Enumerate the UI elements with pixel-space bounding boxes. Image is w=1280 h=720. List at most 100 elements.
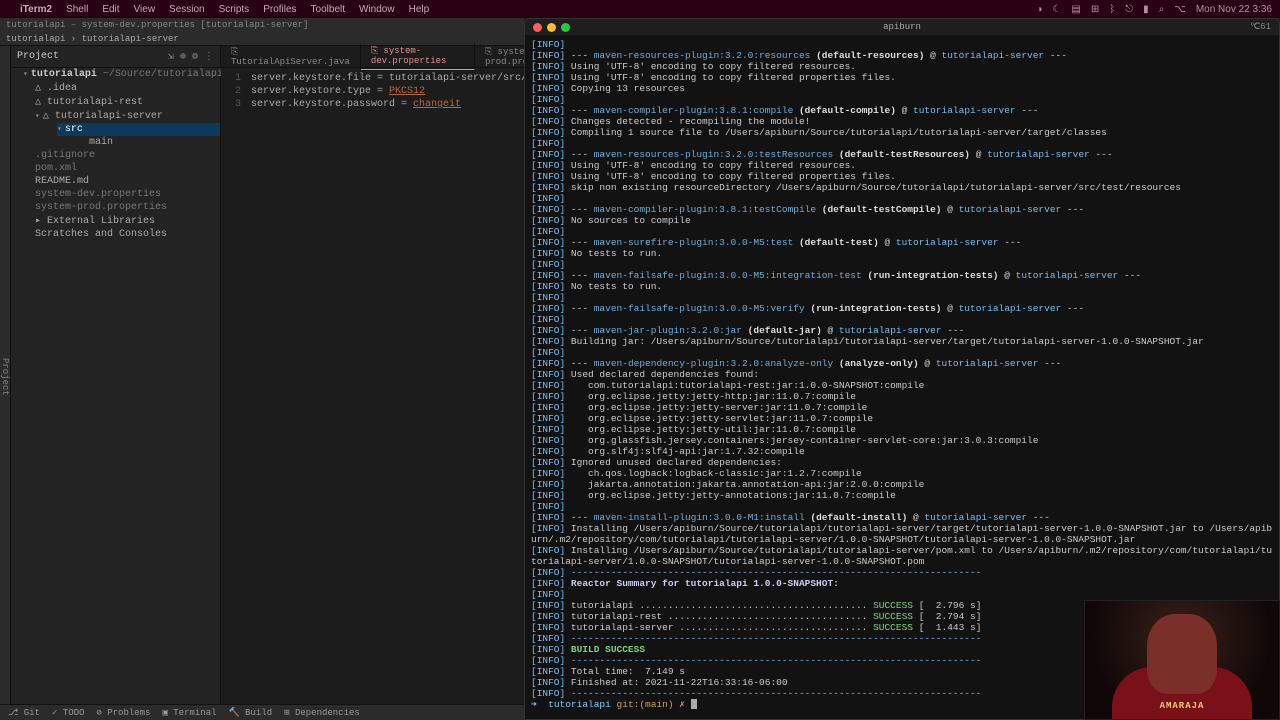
status-build[interactable]: 🔨 Build [229,708,273,718]
status-todo[interactable]: ✓ TODO [52,708,84,718]
clock[interactable]: Mon Nov 22 3:36 [1196,4,1272,15]
macos-menubar: iTerm2 Shell Edit View Session Scripts Profil… [0,0,1280,18]
tree-item[interactable]: Scratches and Consoles [35,228,220,241]
term-line: [INFO] org.eclipse.jetty:jetty-http:jar:… [531,391,1273,402]
menu-profiles[interactable]: Profiles [263,4,296,15]
term-line: [INFO] --- maven-compiler-plugin:3.8.1:t… [531,204,1273,215]
term-line: [INFO] --- maven-surefire-plugin:3.0.0-M… [531,237,1273,248]
term-line: [INFO] [531,193,1273,204]
term-line: [INFO] Building jar: /Users/apiburn/Sour… [531,336,1273,347]
line-numbers: 123 [221,68,247,704]
term-line: [INFO] Compiling 1 source file to /Users… [531,127,1273,138]
ide-status-bar: ⎇ Git ✓ TODO ⊘ Problems ▣ Terminal 🔨 Bui… [0,704,524,720]
term-line: [INFO] ch.qos.logback:logback-classic:ja… [531,468,1273,479]
bluetooth-icon[interactable]: ᛒ [1109,4,1115,15]
term-line: [INFO] [531,347,1273,358]
term-line: [INFO] [531,39,1273,50]
term-line: [INFO] Reactor Summary for tutorialapi 1… [531,578,1273,589]
tree-item[interactable]: pom.xml [35,162,220,175]
tree-item[interactable]: △ tutorialapi-rest [35,95,220,109]
term-line: [INFO] org.eclipse.jetty:jetty-servlet:j… [531,413,1273,424]
term-line: [INFO] Using 'UTF-8' encoding to copy fi… [531,61,1273,72]
status-terminal[interactable]: ▣ Terminal [162,708,216,718]
scroll-icon[interactable]: ⊕ [180,51,186,63]
status-icon[interactable]: ⊞ [1091,4,1099,15]
term-line: [INFO] [531,138,1273,149]
term-line: [INFO] --- maven-failsafe-plugin:3.0.0-M… [531,270,1273,281]
ide-gutter[interactable]: Project [0,46,11,704]
webcam-overlay: AMARAJA [1084,600,1280,720]
term-line: [INFO] Using 'UTF-8' encoding to copy fi… [531,72,1273,83]
term-line: [INFO] No tests to run. [531,281,1273,292]
term-line: [INFO] Installing /Users/apiburn/Source/… [531,523,1273,545]
tab[interactable]: ⎘ TutorialApiServer.java [221,44,361,70]
tree-item[interactable]: system-dev.properties [35,188,220,201]
term-line: [INFO] No sources to compile [531,215,1273,226]
menu-help[interactable]: Help [409,4,430,15]
menu-window[interactable]: Window [359,4,395,15]
control-center-icon[interactable]: ⌥ [1174,4,1186,15]
menu-view[interactable]: View [134,4,156,15]
term-line: [INFO] Changes detected - recompiling th… [531,116,1273,127]
project-label[interactable]: Project [17,51,59,62]
term-line: [INFO] --- maven-compiler-plugin:3.8.1:c… [531,105,1273,116]
menu-session[interactable]: Session [169,4,205,15]
terminal-badge: ℃61 [1250,22,1271,32]
term-line: [INFO] jakarta.annotation:jakarta.annota… [531,479,1273,490]
term-line: [INFO] --- maven-dependency-plugin:3.2.0… [531,358,1273,369]
terminal-titlebar[interactable]: apiburn ℃61 [525,19,1279,35]
status-icon[interactable]: ◑ [1036,4,1042,15]
status-deps[interactable]: ⊞ Dependencies [284,708,360,718]
term-line: [INFO] [531,259,1273,270]
tree-item[interactable]: ▸ External Libraries [35,214,220,228]
battery-icon[interactable]: ▮ [1143,4,1149,15]
term-line: [INFO] --- maven-jar-plugin:3.2.0:jar (d… [531,325,1273,336]
gear-icon[interactable]: ⋮ [204,51,214,63]
term-line: [INFO] Using 'UTF-8' encoding to copy fi… [531,160,1273,171]
term-line: [INFO] --- maven-resources-plugin:3.2.0:… [531,50,1273,61]
term-line: [INFO] org.slf4j:slf4j-api:jar:1.7.32:co… [531,446,1273,457]
term-line: [INFO] Copying 13 resources [531,83,1273,94]
search-icon[interactable]: ⌕ [1159,4,1165,15]
term-line: [INFO] --- maven-resources-plugin:3.2.0:… [531,149,1273,160]
term-line: [INFO] skip non existing resourceDirecto… [531,182,1273,193]
term-line: [INFO] [531,314,1273,325]
term-line: [INFO] org.eclipse.jetty:jetty-util:jar:… [531,424,1273,435]
menu-scripts[interactable]: Scripts [219,4,250,15]
term-line: [INFO] [531,501,1273,512]
collapse-icon[interactable]: ⇲ [168,51,174,63]
tree-item[interactable]: src [57,123,220,136]
tree-item[interactable]: △ tutorialapi-server [35,109,220,123]
menubar-right: ◑ ☾ ▤ ⊞ ᛒ ⎋ ▮ ⌕ ⌥ Mon Nov 22 3:36 [1036,4,1272,15]
tree-root[interactable]: tutorialapi ~/Source/tutorialapi [23,68,220,81]
tree-item[interactable]: main [89,136,220,149]
status-icon[interactable]: ☾ [1052,4,1061,15]
menu-shell[interactable]: Shell [66,4,88,15]
tree-item[interactable]: △ .idea [35,81,220,95]
tab[interactable]: ⎘ system-dev.properties [361,43,475,70]
hide-icon[interactable]: ⚙ [192,51,198,63]
wifi-icon[interactable]: ⎋ [1125,4,1133,15]
term-line: [INFO] No tests to run. [531,248,1273,259]
term-line: [INFO] --- maven-install-plugin:3.0.0-M1… [531,512,1273,523]
menu-edit[interactable]: Edit [102,4,119,15]
menu-toolbelt[interactable]: Toolbelt [311,4,345,15]
term-line: [INFO] com.tutorialapi:tutorialapi-rest:… [531,380,1273,391]
tree-item[interactable]: system-prod.properties [35,201,220,214]
term-line: [INFO] Installing /Users/apiburn/Source/… [531,545,1273,567]
project-tree[interactable]: Project ⇲ ⊕ ⚙ ⋮ tutorialapi ~/Source/tut… [11,46,221,704]
status-problems[interactable]: ⊘ Problems [96,708,150,718]
tree-item[interactable]: README.md [35,175,220,188]
term-line: [INFO] [531,94,1273,105]
tree-item[interactable]: .gitignore [35,149,220,162]
term-line: [INFO] Ignored unused declared dependenc… [531,457,1273,468]
app-name[interactable]: iTerm2 [20,4,52,15]
term-line: [INFO] --- maven-failsafe-plugin:3.0.0-M… [531,303,1273,314]
term-line: [INFO] [531,292,1273,303]
status-git[interactable]: ⎇ Git [8,708,40,718]
term-line: [INFO] [531,226,1273,237]
terminal-title: apiburn [525,22,1279,32]
term-line: [INFO] ---------------------------------… [531,567,1273,578]
term-line: [INFO] [531,589,1273,600]
status-icon[interactable]: ▤ [1071,4,1080,15]
